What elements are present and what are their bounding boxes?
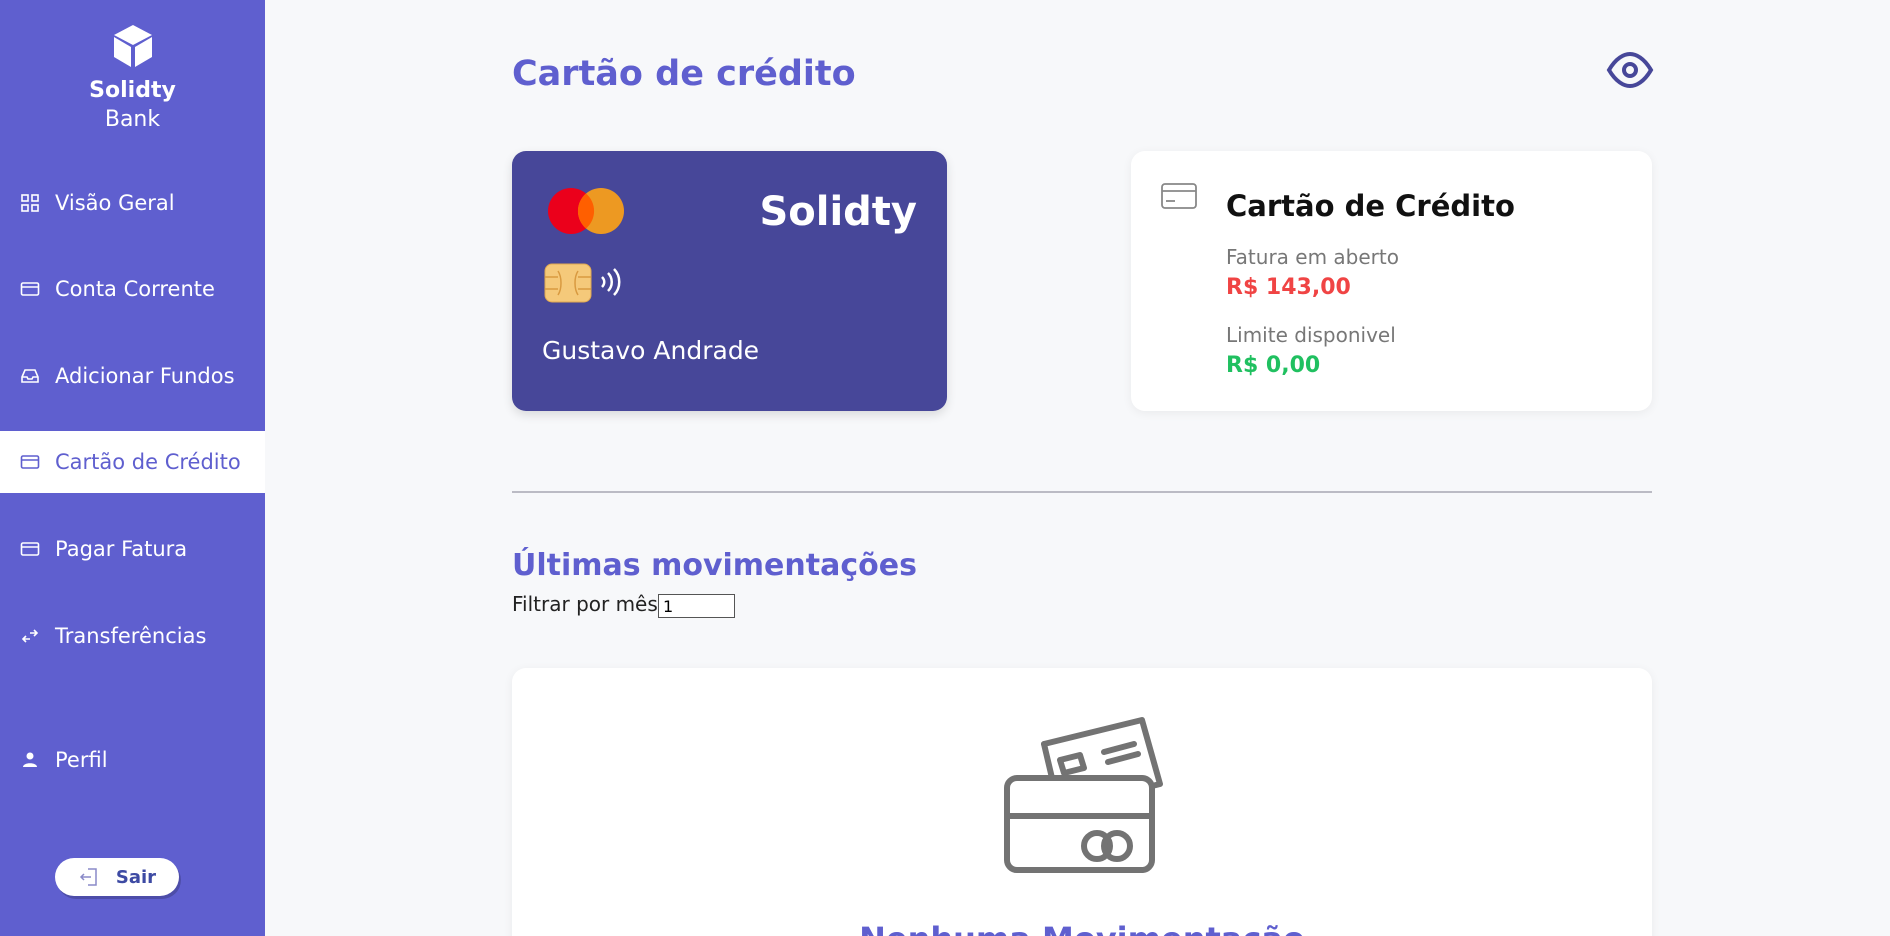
sidebar-item-label: Perfil xyxy=(55,748,108,772)
chip-icon xyxy=(544,263,592,303)
toggle-visibility-button[interactable] xyxy=(1606,48,1654,92)
summary-title: Cartão de Crédito xyxy=(1226,189,1515,223)
sidebar-item-label: Cartão de Crédito xyxy=(55,450,241,474)
card-brand: Solidty xyxy=(759,189,917,235)
card-icon xyxy=(20,279,40,299)
transfer-icon xyxy=(20,626,40,646)
sidebar-item-visao-geral[interactable]: Visão Geral xyxy=(0,172,265,234)
empty-state-text: Nenhuma Movimentação xyxy=(512,920,1652,936)
month-filter-label: Filtrar por mês: xyxy=(512,592,665,616)
card-holder-name: Gustavo Andrade xyxy=(542,336,760,365)
inbox-icon xyxy=(20,366,40,386)
mastercard-logo-icon xyxy=(548,188,624,234)
movements-title: Últimas movimentações xyxy=(512,548,917,583)
sidebar-item-label: Adicionar Fundos xyxy=(55,364,235,388)
logout-icon xyxy=(79,868,97,886)
sidebar-item-perfil[interactable]: Perfil xyxy=(0,729,265,791)
brand: Solidty Bank xyxy=(0,22,265,132)
credit-summary-card: Cartão de Crédito Fatura em aberto R$ 14… xyxy=(1131,151,1652,411)
sidebar-item-label: Pagar Fatura xyxy=(55,537,188,561)
card-icon xyxy=(20,452,40,472)
box-logo-icon xyxy=(113,25,152,67)
sidebar-item-pagar-fatura[interactable]: Pagar Fatura xyxy=(0,518,265,580)
page-title: Cartão de crédito xyxy=(512,54,856,94)
contactless-icon xyxy=(601,268,621,296)
user-icon xyxy=(20,750,40,770)
movements-panel: Nenhuma Movimentação xyxy=(512,668,1652,936)
sidebar: Solidty Bank Visão Geral Conta Corrente … xyxy=(0,0,265,936)
brand-sub: Bank xyxy=(104,107,161,132)
limit-value: R$ 0,00 xyxy=(1226,353,1321,378)
sidebar-item-cartao-de-credito[interactable]: Cartão de Crédito xyxy=(0,431,265,493)
brand-name: Solidty xyxy=(89,78,176,103)
card-icon xyxy=(20,539,40,559)
grid-icon xyxy=(20,193,40,213)
sidebar-item-label: Conta Corrente xyxy=(55,277,215,301)
sidebar-item-conta-corrente[interactable]: Conta Corrente xyxy=(0,258,265,320)
credit-card-preview: Solidty Gustavo Andrade xyxy=(512,151,947,411)
credit-cards-illustration-icon xyxy=(1004,717,1163,873)
limit-label: Limite disponivel xyxy=(1226,323,1396,347)
section-divider xyxy=(512,491,1652,493)
open-invoice-value: R$ 143,00 xyxy=(1226,275,1351,300)
month-filter-input[interactable] xyxy=(658,594,735,618)
logout-button[interactable]: Sair xyxy=(55,858,179,896)
sidebar-item-transferencias[interactable]: Transferências xyxy=(0,605,265,667)
open-invoice-label: Fatura em aberto xyxy=(1226,245,1399,269)
logout-label: Sair xyxy=(115,866,157,888)
sidebar-item-label: Visão Geral xyxy=(55,191,175,215)
sidebar-item-label: Transferências xyxy=(55,624,207,648)
eye-icon xyxy=(1606,51,1654,89)
credit-card-icon xyxy=(1161,183,1197,209)
sidebar-item-adicionar-fundos[interactable]: Adicionar Fundos xyxy=(0,345,265,407)
